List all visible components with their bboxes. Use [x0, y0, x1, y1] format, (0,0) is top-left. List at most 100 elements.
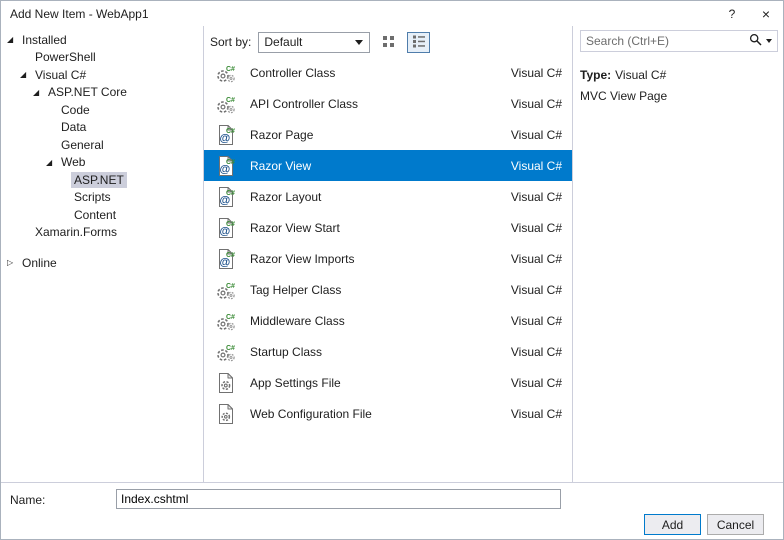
- svg-text:C#: C#: [226, 96, 235, 103]
- collapse-icon[interactable]: ◢: [7, 35, 19, 44]
- collapse-icon[interactable]: ◢: [33, 88, 45, 97]
- help-icon: ?: [728, 6, 736, 21]
- item-language: Visual C#: [510, 65, 562, 80]
- dialog-content: ◢ Installed PowerShell ◢ Visual C# ◢ ASP…: [1, 26, 783, 482]
- tree-item-label: General: [61, 137, 104, 152]
- item-name: Tag Helper Class: [250, 282, 342, 297]
- item-language: Visual C#: [510, 313, 562, 328]
- close-icon: ×: [761, 5, 771, 22]
- csharp-class-icon: C#: [213, 340, 239, 364]
- list-item-razor-view-start[interactable]: @ C# Razor View Start Visual C#: [204, 212, 572, 243]
- tree-item-xamarin-forms[interactable]: Xamarin.Forms: [1, 224, 203, 242]
- list-item-app-settings-file[interactable]: App Settings File Visual C#: [204, 367, 572, 398]
- csharp-class-icon: C#: [213, 278, 239, 302]
- item-name: Middleware Class: [250, 313, 345, 328]
- tree-item-label: Visual C#: [35, 67, 87, 82]
- tree-item-installed[interactable]: ◢ Installed: [1, 31, 203, 49]
- razor-file-icon: @ C#: [213, 123, 239, 147]
- tree-item-web[interactable]: ◢ Web: [1, 154, 203, 172]
- tree-item-data[interactable]: Data: [1, 119, 203, 137]
- search-options-chevron-icon[interactable]: [766, 39, 772, 43]
- list-view-button[interactable]: [407, 31, 431, 53]
- item-name: App Settings File: [250, 375, 341, 390]
- svg-text:C#: C#: [226, 65, 235, 72]
- tree-item-label: PowerShell: [35, 50, 96, 65]
- details-panel: Type:Visual C# MVC View Page: [573, 26, 783, 482]
- item-language: Visual C#: [510, 251, 562, 266]
- item-language: Visual C#: [510, 375, 562, 390]
- tree-item-label: Web: [61, 155, 86, 170]
- list-item-tag-helper-class[interactable]: C# Tag Helper Class Visual C#: [204, 274, 572, 305]
- search-icon[interactable]: [749, 33, 762, 49]
- tree-item-content[interactable]: Content: [1, 206, 203, 224]
- tree-item-asp-net-core[interactable]: ◢ ASP.NET Core: [1, 84, 203, 102]
- tree-item-visual-c[interactable]: ◢ Visual C#: [1, 66, 203, 84]
- item-name: API Controller Class: [250, 96, 359, 111]
- item-language: Visual C#: [510, 406, 562, 421]
- small-icons-view-button[interactable]: [377, 32, 400, 53]
- help-button[interactable]: ?: [715, 1, 749, 26]
- search-controls: [749, 33, 777, 49]
- titlebar: Add New Item - WebApp1 ? ×: [1, 1, 783, 26]
- collapse-icon[interactable]: ◢: [46, 158, 58, 167]
- list-item-api-controller-class[interactable]: C# API Controller Class Visual C#: [204, 88, 572, 119]
- list-item-web-configuration-file[interactable]: Web Configuration File Visual C#: [204, 398, 572, 429]
- list-item-razor-view[interactable]: @ C# Razor View Visual C#: [204, 150, 572, 181]
- razor-file-icon: @ C#: [213, 154, 239, 178]
- tree-item-label: Scripts: [74, 190, 111, 205]
- list-item-controller-class[interactable]: C# Controller Class Visual C#: [204, 57, 572, 88]
- item-language: Visual C#: [510, 96, 562, 111]
- collapse-icon[interactable]: ◢: [20, 70, 32, 79]
- config-file-icon: [213, 402, 239, 426]
- small-icons-view-icon: [382, 34, 396, 51]
- csharp-class-icon: C#: [213, 309, 239, 333]
- list-view-icon: [412, 34, 426, 51]
- tree-item-powershell[interactable]: PowerShell: [1, 49, 203, 67]
- razor-file-icon: @ C#: [213, 216, 239, 240]
- expand-icon[interactable]: ▷: [7, 258, 19, 267]
- tree-item-asp-net[interactable]: ASP.NET: [1, 171, 203, 189]
- template-list: C# Controller Class Visual C# C# API Con…: [204, 55, 572, 482]
- tree-item-label: Online: [22, 255, 57, 270]
- add-button[interactable]: Add: [644, 514, 701, 535]
- list-item-razor-view-imports[interactable]: @ C# Razor View Imports Visual C#: [204, 243, 572, 274]
- item-description: MVC View Page: [580, 89, 668, 103]
- svg-text:C#: C#: [226, 127, 235, 134]
- tree-item-label: Data: [61, 120, 87, 135]
- add-new-item-dialog: Add New Item - WebApp1 ? × ◢ Installed P…: [0, 0, 784, 540]
- list-item-razor-layout[interactable]: @ C# Razor Layout Visual C#: [204, 181, 572, 212]
- sort-by-value: Default: [264, 35, 303, 49]
- list-item-middleware-class[interactable]: C# Middleware Class Visual C#: [204, 305, 572, 336]
- item-language: Visual C#: [510, 282, 562, 297]
- item-name: Razor Layout: [250, 189, 322, 204]
- cancel-button[interactable]: Cancel: [707, 514, 764, 535]
- tree-item-label: Xamarin.Forms: [35, 225, 118, 240]
- sort-by-dropdown[interactable]: Default: [258, 31, 371, 53]
- sort-by-label: Sort by:: [210, 35, 252, 49]
- item-name: Startup Class: [250, 344, 323, 359]
- item-language: Visual C#: [510, 127, 562, 142]
- settings-file-icon: [213, 371, 239, 395]
- tree-item-scripts[interactable]: Scripts: [1, 189, 203, 207]
- name-label: Name:: [10, 493, 46, 507]
- list-item-startup-class[interactable]: C# Startup Class Visual C#: [204, 336, 572, 367]
- tree-item-online[interactable]: ▷ Online: [1, 254, 203, 272]
- tree-item-label: Code: [61, 102, 90, 117]
- svg-text:C#: C#: [226, 189, 235, 196]
- close-button[interactable]: ×: [749, 1, 783, 26]
- window-title: Add New Item - WebApp1: [10, 6, 149, 21]
- csharp-class-icon: C#: [213, 61, 239, 85]
- tree-item-general[interactable]: General: [1, 136, 203, 154]
- search-input[interactable]: [581, 34, 749, 48]
- tree-item-code[interactable]: Code: [1, 101, 203, 119]
- type-label: Type:: [580, 68, 612, 82]
- tree-item-label: ASP.NET Core: [48, 85, 127, 100]
- tree-item-label: Installed: [22, 32, 67, 47]
- svg-text:C#: C#: [226, 344, 235, 351]
- name-input[interactable]: [116, 489, 561, 509]
- svg-text:C#: C#: [226, 251, 235, 258]
- item-type-line: Type: Visual C#: [580, 68, 778, 82]
- list-item-razor-page[interactable]: @ C# Razor Page Visual C#: [204, 119, 572, 150]
- type-value: Visual C#: [615, 68, 667, 82]
- svg-text:C#: C#: [226, 313, 235, 320]
